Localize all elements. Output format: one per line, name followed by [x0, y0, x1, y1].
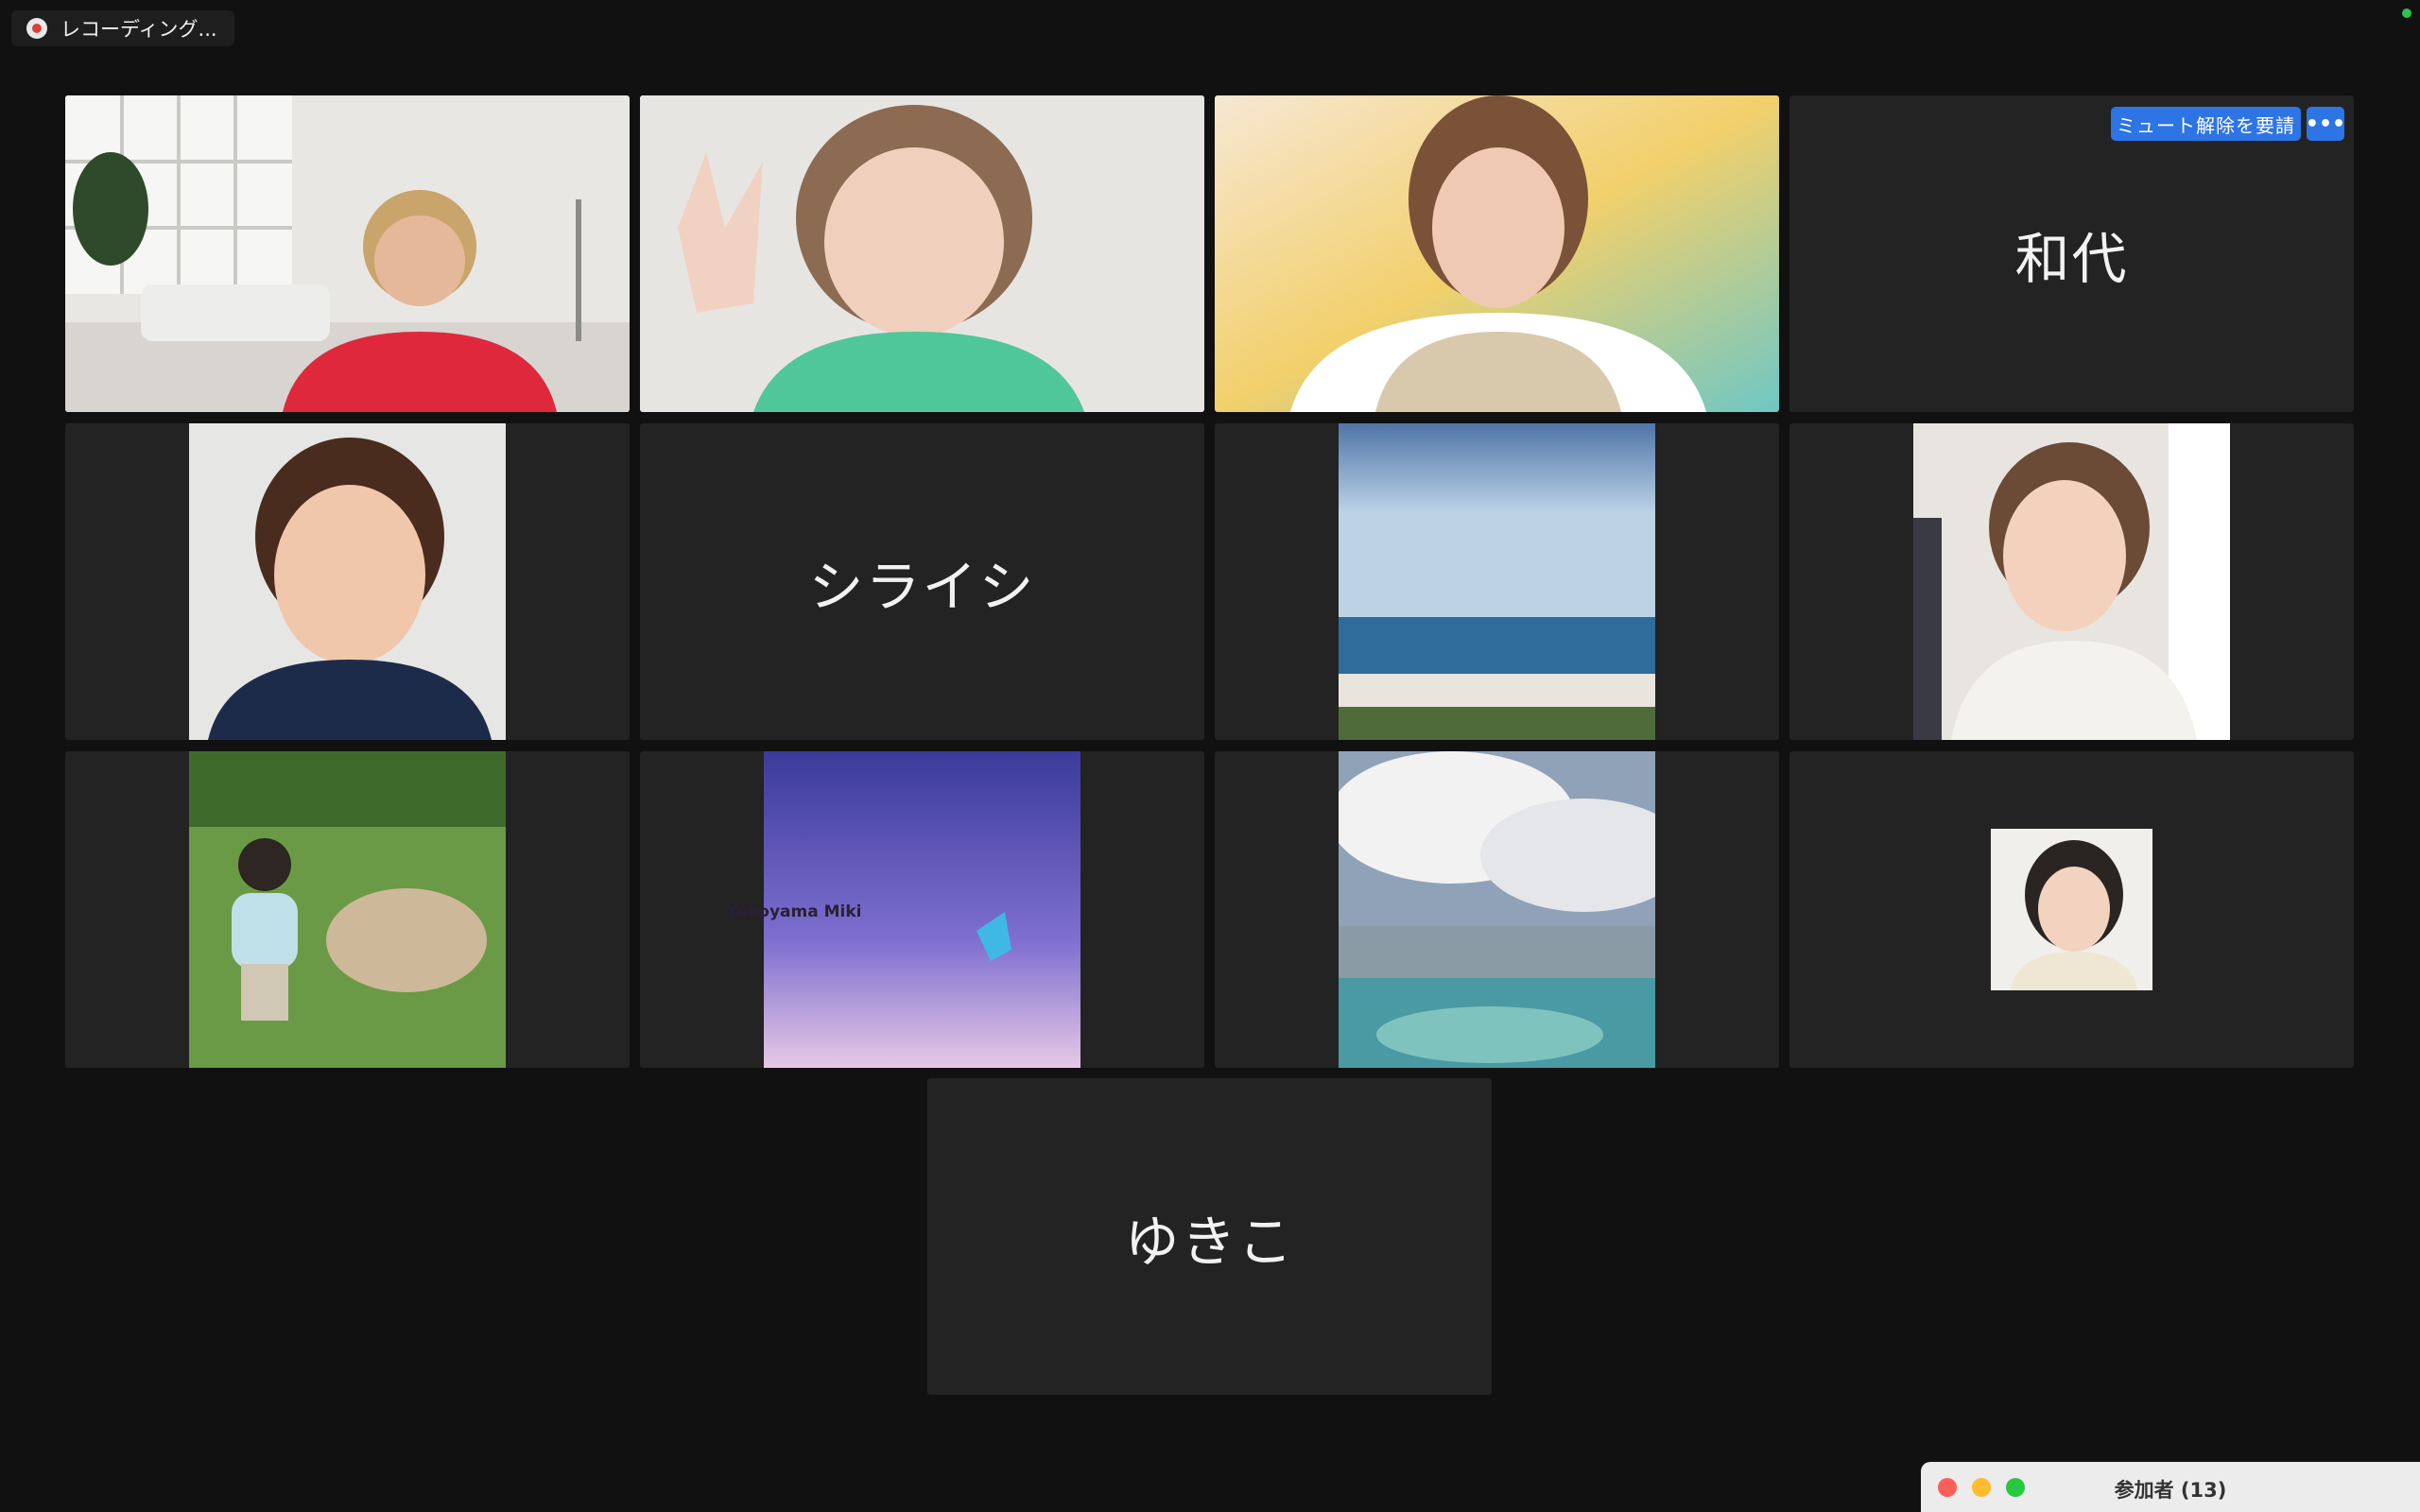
- participant-name: ゆきこ: [1124, 1209, 1295, 1274]
- status-dot-icon: [2402, 9, 2411, 18]
- video-tile-4[interactable]: 和代 ミュート解除を要請 •••: [1789, 95, 2354, 412]
- profile-picture: [1339, 423, 1655, 740]
- video-tile-10[interactable]: Yokoyama Miki: [640, 751, 1204, 1068]
- video-tile-13[interactable]: ゆきこ: [927, 1078, 1492, 1395]
- profile-overlay-text: Yokoyama Miki: [727, 902, 862, 921]
- participants-panel-header: 参加者 (13): [1921, 1462, 2420, 1512]
- video-tile-6[interactable]: シライシ: [640, 423, 1204, 740]
- recording-label: レコーディング...: [60, 18, 217, 41]
- video-tile-11[interactable]: [1215, 751, 1779, 1068]
- video-tile-5[interactable]: [65, 423, 630, 740]
- profile-picture: [1339, 751, 1655, 1068]
- more-options-button[interactable]: •••: [2306, 107, 2345, 141]
- recording-indicator[interactable]: レコーディング...: [11, 10, 234, 46]
- video-tile-3[interactable]: [1215, 95, 1779, 412]
- participant-video: [1215, 95, 1779, 412]
- profile-picture: [1991, 829, 2152, 990]
- video-tile-9[interactable]: [65, 751, 630, 1068]
- video-tile-7[interactable]: [1215, 423, 1779, 740]
- video-tile-12[interactable]: [1789, 751, 2354, 1068]
- participant-name: シライシ: [808, 554, 1036, 619]
- participant-video: [65, 95, 630, 412]
- record-icon: [26, 18, 47, 39]
- profile-picture: [1913, 423, 2230, 740]
- video-tile-1[interactable]: [65, 95, 630, 412]
- video-tile-8[interactable]: [1789, 423, 2354, 740]
- participants-title: 参加者 (13): [2114, 1479, 2227, 1502]
- video-tile-2-active-speaker[interactable]: [640, 95, 1204, 412]
- profile-picture: [189, 751, 506, 1068]
- participant-video: [640, 95, 1204, 412]
- participant-name: 和代: [2014, 226, 2129, 291]
- ask-to-unmute-button[interactable]: ミュート解除を要請: [2111, 107, 2301, 141]
- profile-picture: [189, 423, 506, 740]
